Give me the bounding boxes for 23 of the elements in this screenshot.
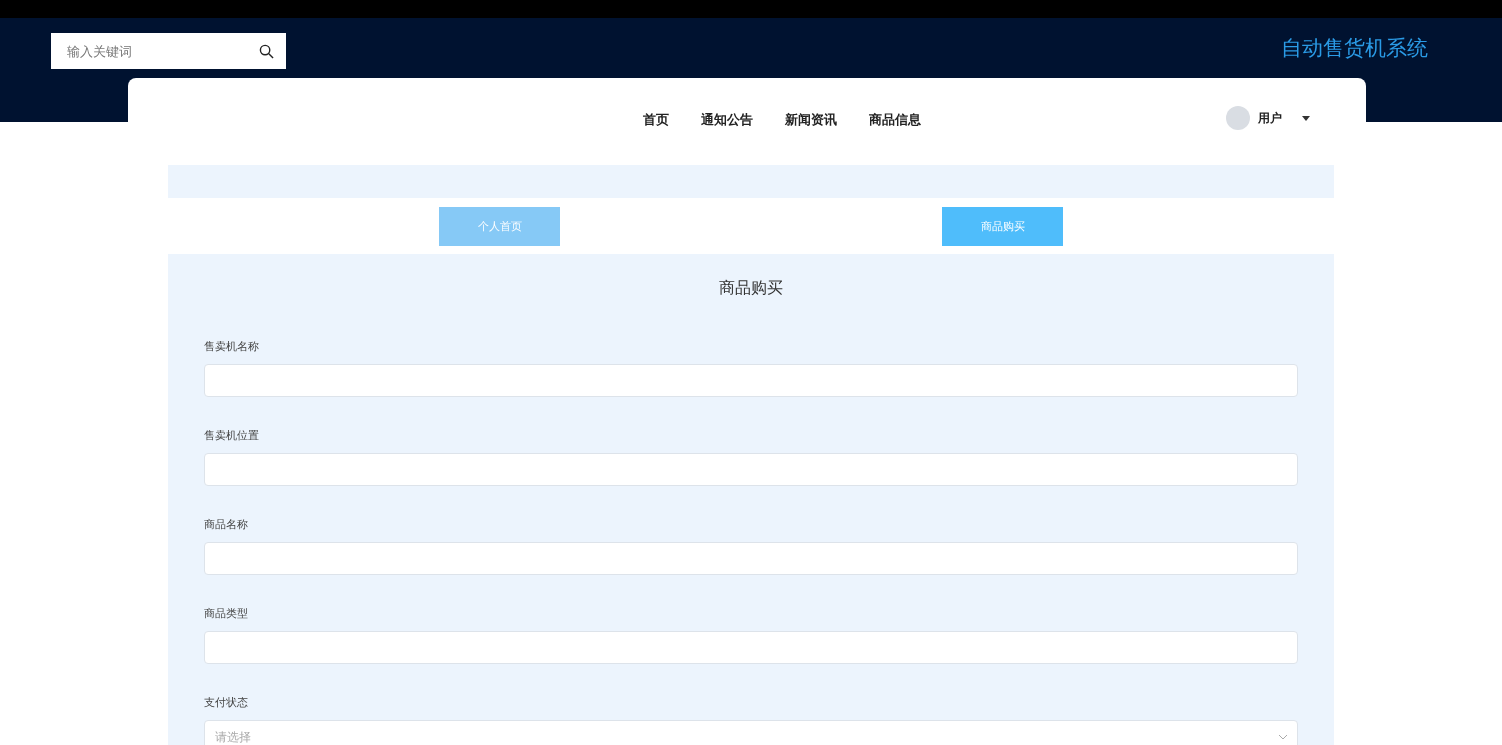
chevron-down-icon [1278, 734, 1288, 740]
field-label: 商品名称 [204, 517, 249, 532]
avatar[interactable] [1226, 106, 1250, 130]
input-field[interactable] [204, 631, 1298, 664]
field-label: 商品类型 [204, 606, 249, 621]
caret-icon[interactable] [1302, 115, 1310, 121]
input-field[interactable] [204, 542, 1298, 575]
nav-link[interactable]: 首页 [643, 110, 669, 130]
nav-link[interactable]: 商品信息 [869, 110, 921, 130]
field-label: 售卖机位置 [204, 428, 260, 443]
field-label: 支付状态 [204, 695, 249, 710]
nav-link[interactable]: 通知公告 [701, 110, 753, 130]
search-field[interactable]: 输入关键词 [51, 33, 246, 69]
user-menu[interactable]: 用户 [1258, 109, 1282, 127]
search-button[interactable] [246, 33, 286, 69]
site-title: 自动售货机系统 [1281, 35, 1428, 61]
form-title: 商品购买 [718, 278, 784, 298]
input-field[interactable] [204, 364, 1298, 397]
input-field[interactable] [204, 453, 1298, 486]
select-field[interactable]: 请选择 [204, 720, 1298, 745]
nav-link[interactable]: 新闻资讯 [785, 110, 837, 130]
field-label: 售卖机名称 [204, 339, 260, 354]
search-icon [258, 43, 274, 59]
